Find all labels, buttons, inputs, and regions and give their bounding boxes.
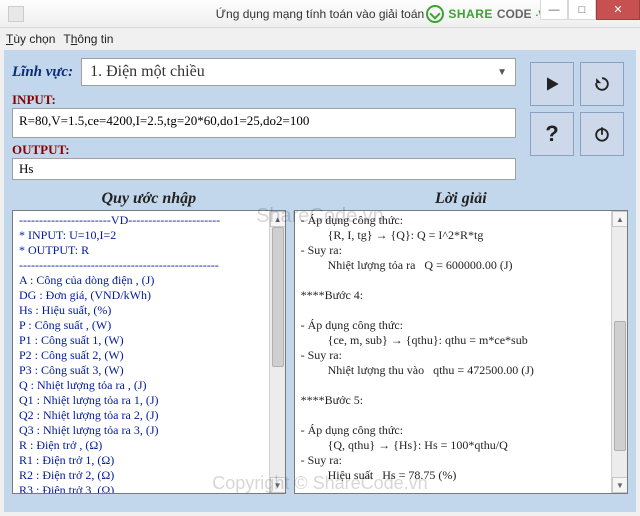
loigiai-title: Lời giải (294, 190, 628, 208)
linhvuc-value: 1. Điện một chiều (90, 63, 205, 81)
scroll-up-icon[interactable]: ▲ (612, 211, 628, 227)
chevron-down-icon: ▼ (497, 67, 507, 78)
minimize-button[interactable]: — (540, 0, 568, 20)
scroll-thumb[interactable] (614, 321, 626, 451)
input-field[interactable]: R=80,V=1.5,ce=4200,I=2.5,tg=20*60,do1=25… (12, 108, 516, 138)
power-icon (592, 124, 612, 144)
titlebar: Ứng dụng mạng tính toán vào giải toán SH… (0, 0, 640, 28)
window-buttons: — □ ✕ (540, 0, 640, 20)
linhvuc-select[interactable]: 1. Điện một chiều ▼ (81, 58, 516, 86)
quyuoc-body: -----------------------VD---------------… (12, 210, 286, 494)
quyuoc-text[interactable]: -----------------------VD---------------… (13, 211, 269, 493)
close-button[interactable]: ✕ (596, 0, 640, 20)
loigiai-scrollbar[interactable]: ▲ ▼ (611, 211, 627, 493)
app-icon (8, 6, 24, 22)
loigiai-text[interactable]: - Áp dụng công thức: {R, I, tg} → {Q}: Q… (295, 211, 611, 493)
output-label: OUTPUT: (12, 142, 516, 158)
scroll-up-icon[interactable]: ▲ (270, 211, 286, 227)
reload-icon (592, 74, 612, 94)
brand-logo: SHARECODE.vn (426, 5, 550, 23)
linhvuc-label: Lĩnh vực: (12, 64, 73, 81)
scroll-down-icon[interactable]: ▼ (270, 477, 286, 493)
brand-b: CODE (497, 7, 532, 21)
input-label: INPUT: (12, 92, 516, 108)
maximize-button[interactable]: □ (568, 0, 596, 20)
loigiai-body: - Áp dụng công thức: {R, I, tg} → {Q}: Q… (294, 210, 628, 494)
quyuoc-scrollbar[interactable]: ▲ ▼ (269, 211, 285, 493)
help-button[interactable]: ? (530, 112, 574, 156)
client-area: Lĩnh vực: 1. Điện một chiều ▼ INPUT: R=8… (4, 50, 636, 512)
help-icon: ? (545, 121, 558, 147)
brand-icon (426, 5, 444, 23)
power-button[interactable] (580, 112, 624, 156)
menubar: Tùy chọn Thông tin (0, 28, 640, 50)
reload-button[interactable] (580, 62, 624, 106)
output-field[interactable]: Hs (12, 158, 516, 180)
scroll-thumb[interactable] (272, 227, 284, 367)
scroll-down-icon[interactable]: ▼ (612, 477, 628, 493)
brand-a: SHARE (448, 7, 493, 21)
run-button[interactable] (530, 62, 574, 106)
quyuoc-title: Quy ước nhập (12, 190, 286, 208)
play-icon (542, 74, 562, 94)
menu-tuychon[interactable]: Tùy chọn (6, 32, 55, 46)
menu-thongtin[interactable]: Thông tin (63, 32, 113, 46)
action-buttons: ? (526, 58, 628, 160)
